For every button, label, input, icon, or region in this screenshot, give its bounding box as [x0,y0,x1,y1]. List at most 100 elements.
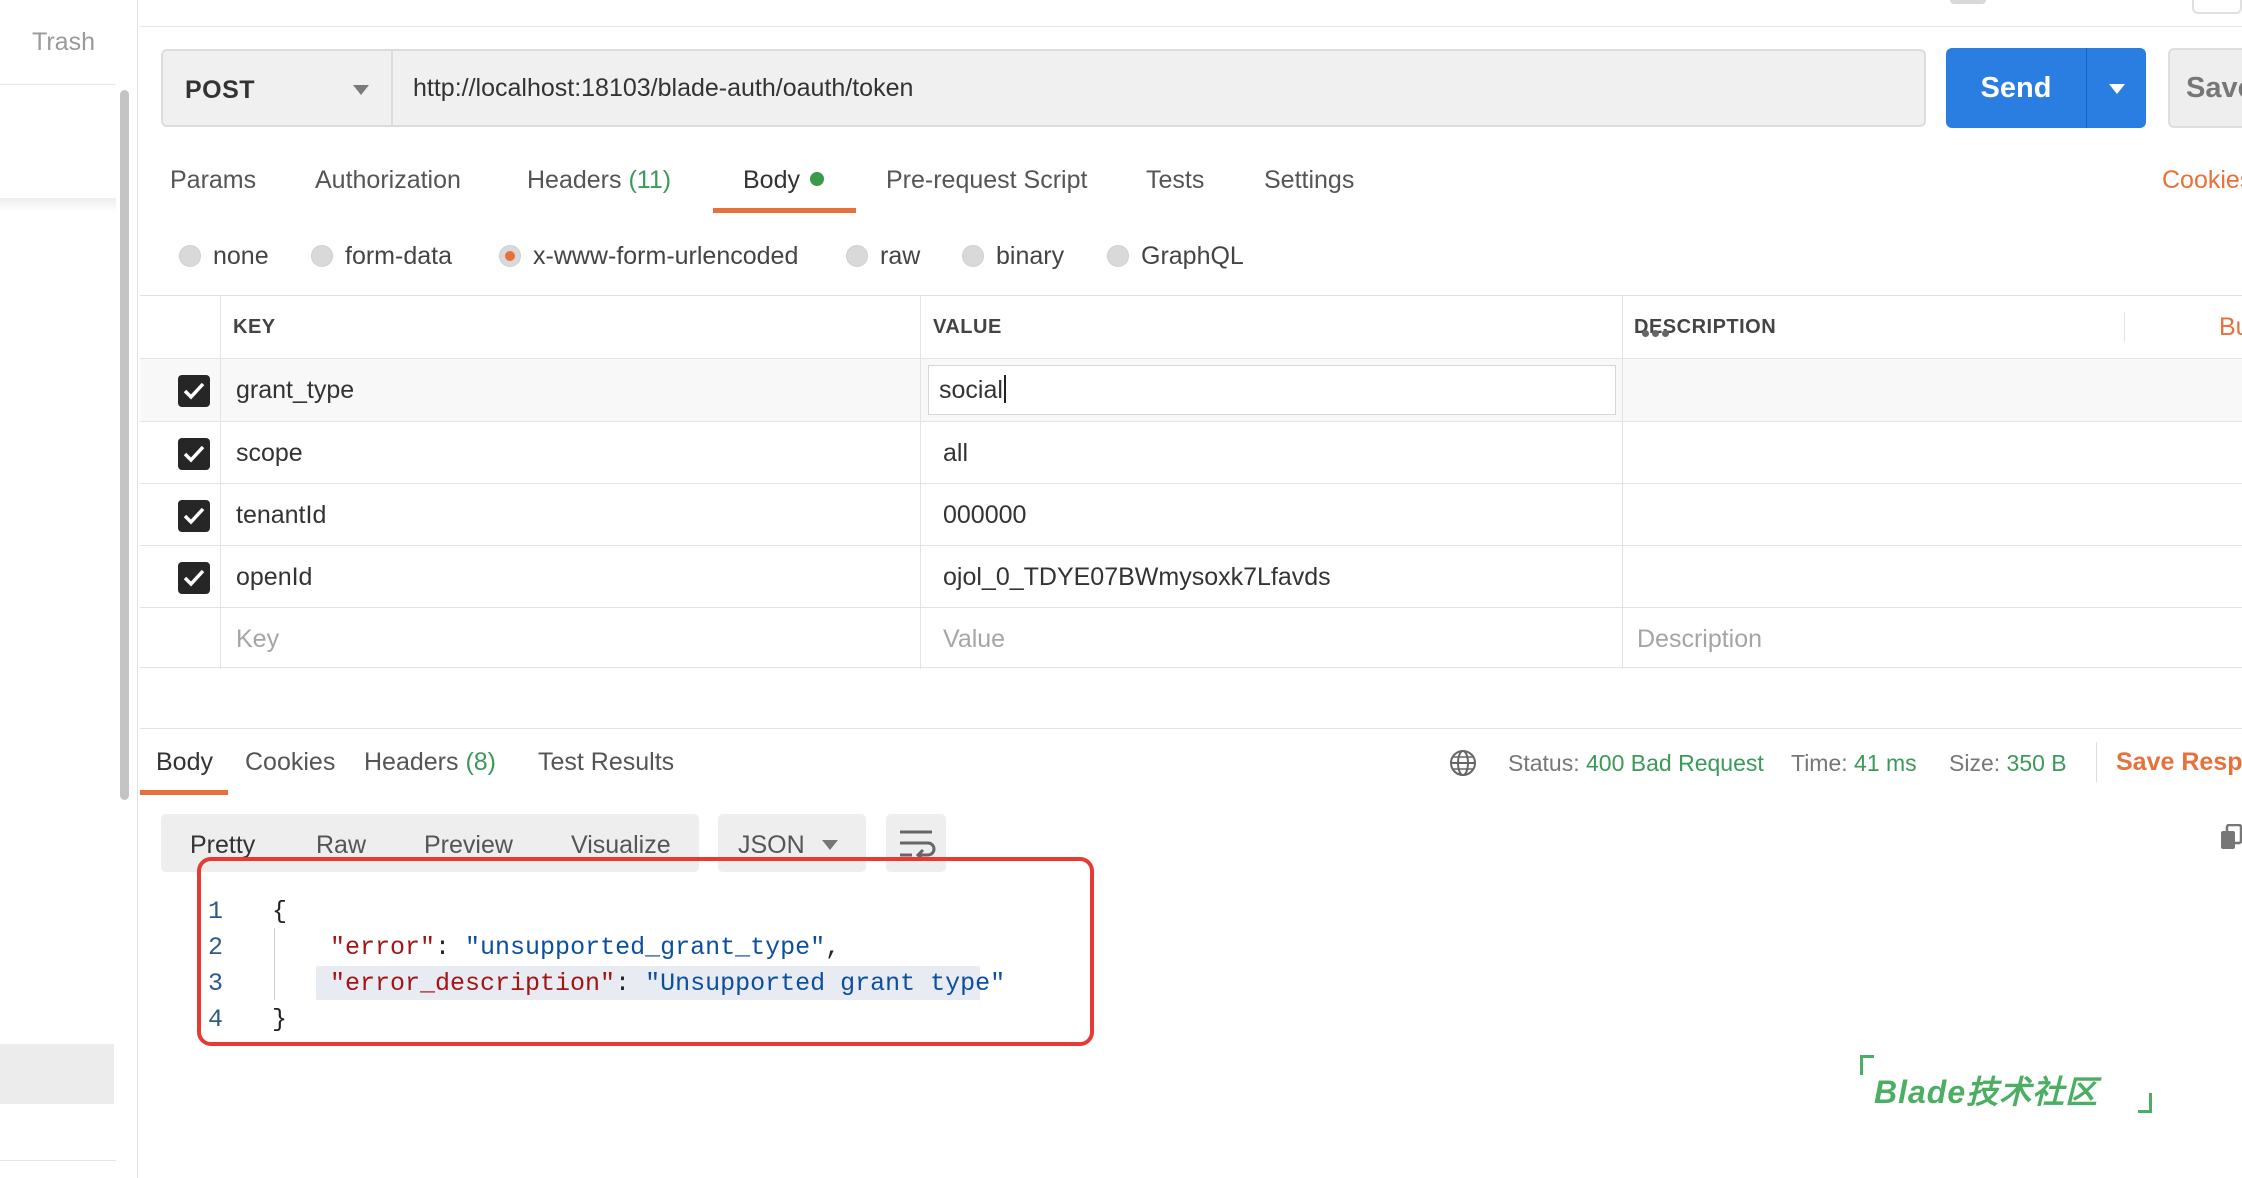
param-key-placeholder[interactable]: Key [236,608,279,670]
send-button[interactable]: Send [1946,48,2086,128]
divider [2096,742,2097,782]
response-tab-body[interactable]: Body [156,748,213,777]
more-options-icon[interactable] [1642,324,1672,342]
tab-body[interactable]: Body [743,166,824,195]
body-type-graphql[interactable]: GraphQL [1107,239,1244,273]
status-label: Status: [1508,750,1580,776]
size-label: Size: [1949,750,2001,776]
text-cursor [1003,375,1006,403]
tab-body-label: Body [743,166,800,194]
body-modified-indicator [809,172,824,186]
radio-label: binary [996,241,1065,270]
param-key[interactable]: grant_type [236,359,354,421]
column-divider [2124,312,2125,342]
sidebar-shadow [0,198,116,212]
body-type-urlencoded[interactable]: x-www-form-urlencoded [499,239,798,273]
table-row: openId ojol_0_TDYE07BWmysoxk7Lfavds [140,546,2242,608]
row-checkbox[interactable] [178,500,210,532]
sidebar-selected-item[interactable] [0,1044,114,1104]
radio-label: form-data [345,241,452,270]
watermark-text: Blade技术社区 [1874,1074,2099,1110]
tab-headers-count: (11) [628,166,672,194]
body-type-binary[interactable]: binary [962,239,1064,273]
radio-label: GraphQL [1141,241,1244,270]
sidebar-scrollbar[interactable] [120,90,129,800]
param-value: social [939,376,1003,404]
tab-params[interactable]: Params [170,166,256,195]
bulk-edit-link[interactable]: Bu [2219,313,2242,342]
method-select[interactable]: POST [161,49,391,127]
format-tab-preview[interactable]: Preview [424,831,513,860]
body-type-none[interactable]: none [179,239,269,273]
body-type-raw[interactable]: raw [846,239,920,273]
response-divider [140,728,2242,729]
cookies-link[interactable]: Cookies [2162,166,2242,195]
column-divider [220,296,221,669]
response-tab-headers[interactable]: Headers (8) [364,748,496,777]
format-tab-raw[interactable]: Raw [316,831,366,860]
radio-circle [311,245,333,267]
size-value: 350 B [2006,750,2067,776]
table-row-new: Key Value Description [140,608,2242,670]
save-button[interactable]: Save [2168,48,2242,128]
annotation-highlight-box [197,857,1094,1046]
format-tab-pretty[interactable]: Pretty [190,831,255,860]
param-key[interactable]: tenantId [236,484,326,546]
sidebar-divider [0,1160,116,1161]
param-value[interactable]: all [943,422,968,484]
response-tab-test-results[interactable]: Test Results [538,748,674,777]
radio-label: x-www-form-urlencoded [533,241,799,270]
column-header-value: VALUE [933,316,1002,338]
globe-icon[interactable] [1448,748,1478,783]
param-value[interactable]: ojol_0_TDYE07BWmysoxk7Lfavds [943,546,1331,608]
response-time: Time: 41 ms [1791,750,1917,777]
active-tab-indicator [713,208,856,213]
sidebar-divider [0,84,116,85]
response-tab-headers-label: Headers [364,748,459,776]
response-tab-headers-count: (8) [465,748,497,776]
format-tab-visualize[interactable]: Visualize [571,831,671,860]
status-value: 400 Bad Request [1586,750,1764,776]
tab-authorization[interactable]: Authorization [315,166,461,195]
send-options-button[interactable] [2086,48,2146,128]
sidebar-trash-label[interactable]: Trash [32,28,95,57]
param-value-placeholder[interactable]: Value [943,608,1005,670]
watermark-bracket [1860,1055,1874,1075]
radio-circle [846,245,868,267]
tab-pre-request-script[interactable]: Pre-request Script [886,166,1087,195]
copy-icon[interactable] [2220,823,2242,857]
param-value-input[interactable]: social [928,365,1616,415]
body-type-form-data[interactable]: form-data [311,239,452,273]
table-row: scope all [140,422,2242,484]
radio-circle [962,245,984,267]
param-key[interactable]: scope [236,422,303,484]
table-row: tenantId 000000 [140,484,2242,546]
row-checkbox[interactable] [178,438,210,470]
radio-circle [179,245,201,267]
params-table: KEY VALUE DESCRIPTION Bu grant_type soci… [140,295,2242,670]
response-tab-cookies[interactable]: Cookies [245,748,335,777]
radio-label: raw [880,241,921,270]
top-toolbar-fragment [1950,0,1986,4]
watermark: Blade技术社区 [1860,1055,2160,1117]
chevron-down-icon [2109,84,2125,94]
tab-headers[interactable]: Headers (11) [527,166,671,195]
url-input[interactable]: http://localhost:18103/blade-auth/oauth/… [391,49,1926,127]
row-checkbox[interactable] [178,562,210,594]
param-key[interactable]: openId [236,546,312,608]
save-response-button[interactable]: Save Respo [2116,748,2242,777]
top-divider [140,26,2242,27]
active-tab-indicator [140,790,228,795]
tab-settings[interactable]: Settings [1264,166,1354,195]
table-row: grant_type social [140,359,2242,421]
tab-headers-label: Headers [527,166,622,194]
method-label: POST [185,76,256,104]
tab-tests[interactable]: Tests [1146,166,1204,195]
radio-label: none [213,241,269,270]
param-value[interactable]: 000000 [943,484,1026,546]
top-toolbar-fragment [2192,0,2242,14]
row-checkbox[interactable] [178,375,210,407]
param-description-placeholder[interactable]: Description [1637,608,1762,670]
radio-circle [1107,245,1129,267]
radio-circle-selected [499,245,521,267]
